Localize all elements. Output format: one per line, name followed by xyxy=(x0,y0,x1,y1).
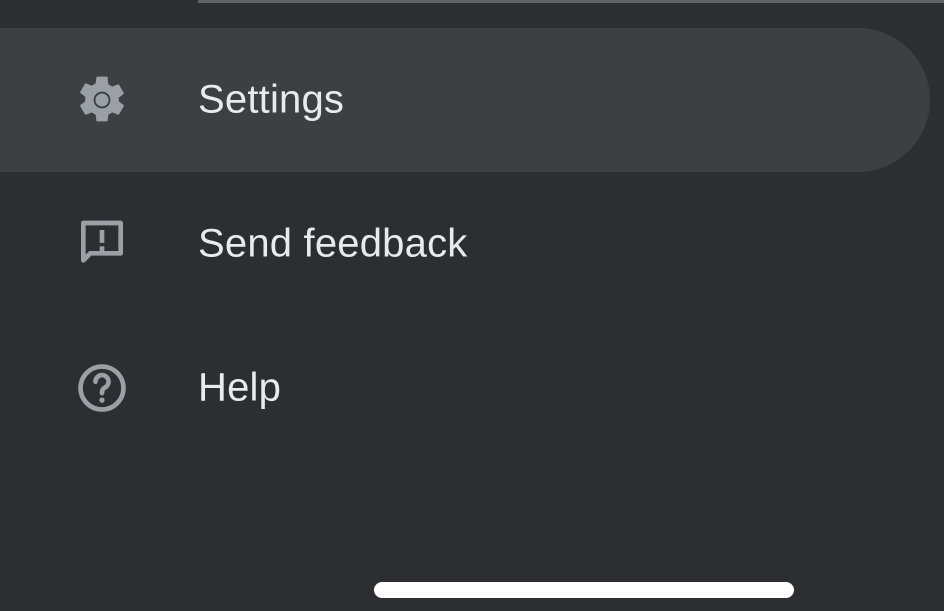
menu-item-label: Help xyxy=(198,365,282,410)
help-icon xyxy=(74,360,130,416)
menu-item-label: Settings xyxy=(198,77,345,122)
gear-icon xyxy=(74,72,130,128)
navigation-drawer: Settings Send feedback Help xyxy=(0,0,944,611)
menu-item-help[interactable]: Help xyxy=(0,316,930,460)
feedback-icon xyxy=(74,216,130,272)
menu-item-settings[interactable]: Settings xyxy=(0,28,930,172)
drawer-menu: Settings Send feedback Help xyxy=(0,28,944,460)
home-indicator[interactable] xyxy=(374,582,794,598)
menu-item-label: Send feedback xyxy=(198,221,468,266)
divider xyxy=(198,0,944,3)
menu-item-send-feedback[interactable]: Send feedback xyxy=(0,172,930,316)
